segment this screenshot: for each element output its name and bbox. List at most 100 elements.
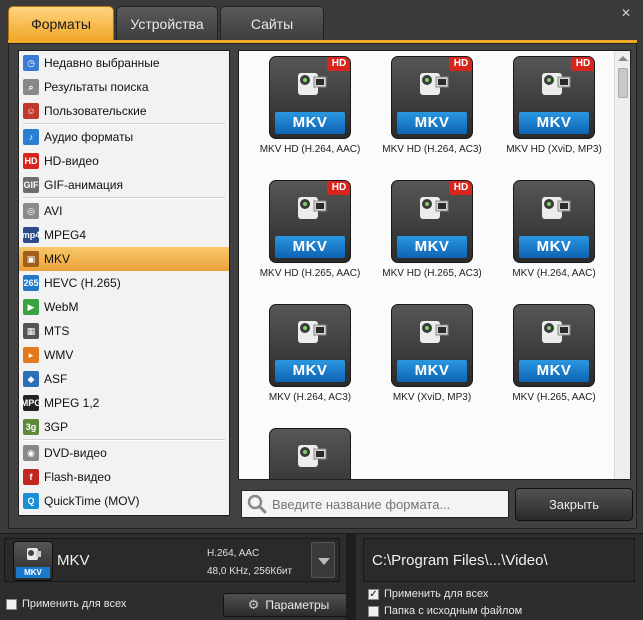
sidebar-item-recent[interactable]: ◷ Недавно выбранные: [19, 51, 229, 75]
tab-devices[interactable]: Устройства: [116, 6, 218, 40]
apply-all-folder-checkbox[interactable]: ✓ Применить для всех: [368, 588, 488, 600]
format-card[interactable]: MKV MKV (H.264, AC3): [249, 299, 359, 414]
mts-icon: ▦: [23, 323, 39, 339]
sidebar-item-hd[interactable]: HD HD-видео: [19, 149, 229, 173]
sidebar-item-film-reel[interactable]: ◎ AVI: [19, 199, 229, 223]
scroll-up-icon[interactable]: [618, 56, 628, 61]
format-card[interactable]: MKV HD MKV HD (H.265, AAC): [249, 175, 360, 290]
sidebar-item-music-note[interactable]: ♪ Аудио форматы: [19, 125, 229, 149]
mkv-format-icon: MKV HD: [513, 56, 595, 139]
sidebar-item-flash[interactable]: f Flash-видео: [19, 465, 229, 489]
format-card-label: MKV (H.265, AAC): [512, 392, 596, 403]
hd-badge-icon: HD: [449, 57, 472, 71]
scrollbar-thumb[interactable]: [618, 68, 628, 98]
sidebar-item-dvd[interactable]: ◉ DVD-видео: [19, 441, 229, 465]
format-dialog: Форматы Устройства Сайты ✕ ◷ Недавно выбр…: [0, 0, 643, 534]
output-path-field[interactable]: C:\Program Files\...\Video\: [363, 538, 635, 582]
format-card-label: MKV (XviD, MP3): [392, 392, 472, 403]
apply-all-format-checkbox[interactable]: Применить для всех: [6, 598, 126, 610]
tab-formats[interactable]: Форматы: [8, 6, 114, 40]
mkv-badge: MKV: [275, 112, 345, 134]
format-card[interactable]: [249, 423, 359, 479]
mkv-badge: MKV: [519, 236, 589, 258]
mkv-format-icon: MKV: [13, 541, 53, 581]
sidebar-item-label: MPEG 1,2: [44, 396, 100, 410]
sidebar-item-label: MKV: [44, 252, 71, 266]
panel-divider: [346, 534, 356, 620]
sidebar-item-label: WMV: [44, 348, 74, 362]
tab-sites[interactable]: Сайты: [220, 6, 324, 40]
mkv-format-icon: MKV: [391, 304, 473, 387]
mkv-format-icon: MKV HD: [269, 180, 351, 263]
sidebar-item-label: AVI: [44, 204, 63, 218]
format-dropdown-button[interactable]: [311, 542, 335, 578]
mkv-format-icon: MKV HD: [391, 180, 473, 263]
sidebar-item-mts[interactable]: ▦ MTS: [19, 319, 229, 343]
format-card[interactable]: MKV HD MKV HD (H.265, AC3): [371, 175, 482, 290]
film-reel-icon: ◎: [23, 203, 39, 219]
sidebar-item-mkv[interactable]: ▣ MKV: [19, 247, 229, 271]
checkbox-icon[interactable]: [368, 605, 379, 617]
mkv-badge: MKV: [275, 360, 345, 382]
close-icon[interactable]: ✕: [619, 6, 633, 20]
hd-badge-icon: HD: [571, 57, 594, 71]
sidebar-item-gif[interactable]: GIF GIF-анимация: [19, 173, 229, 197]
format-category-list: ◷ Недавно выбранные ⌕ Результаты поиска ☺ Пол…: [18, 50, 230, 516]
format-search-input[interactable]: [272, 496, 502, 512]
music-note-icon: ♪: [23, 129, 39, 145]
mkv-badge: MKV: [519, 360, 589, 382]
grid-scrollbar[interactable]: [614, 51, 630, 479]
sidebar-item-mp4[interactable]: mp4 MPEG4: [19, 223, 229, 247]
sidebar-item-label: DVD-видео: [44, 446, 107, 460]
format-card[interactable]: MKV HD MKV HD (H.264, AC3): [371, 51, 482, 166]
sidebar-item-hevc[interactable]: 265 HEVC (H.265): [19, 271, 229, 295]
camcorder-icon: [420, 197, 449, 219]
sidebar-item-user[interactable]: ☺ Пользовательские: [19, 99, 229, 123]
mkv-format-icon: MKV: [513, 304, 595, 387]
mkv-format-icon: MKV HD: [391, 56, 473, 139]
sidebar-item-label: GIF-анимация: [44, 178, 123, 192]
checkbox-icon[interactable]: [6, 598, 17, 610]
parameters-button[interactable]: ⚙ Параметры: [223, 593, 354, 617]
output-format-section: MKV MKV H.264, AAC 48,0 KHz, 256Кбит При…: [4, 534, 354, 620]
format-card[interactable]: MKV HD MKV HD (XviD, MP3): [493, 51, 603, 166]
search-icon: ⌕: [23, 79, 39, 95]
source-folder-checkbox[interactable]: Папка с исходным файлом: [368, 605, 522, 617]
hd-icon: HD: [23, 153, 39, 169]
format-card[interactable]: MKV HD MKV HD (H.264, AAC): [249, 51, 360, 166]
gear-icon: ⚙: [247, 597, 260, 612]
quicktime-icon: Q: [23, 493, 39, 509]
sidebar-item-label: MPEG4: [44, 228, 87, 242]
sidebar-item-label: Аудио форматы: [44, 130, 134, 144]
flash-icon: f: [23, 469, 39, 485]
recent-icon: ◷: [23, 55, 39, 71]
output-format-selector[interactable]: MKV MKV H.264, AAC 48,0 KHz, 256Кбит: [4, 538, 340, 582]
output-format-specs: H.264, AAC 48,0 KHz, 256Кбит: [207, 545, 292, 581]
close-button[interactable]: Закрыть: [515, 488, 633, 521]
sidebar-item-mpeg[interactable]: MPG MPEG 1,2: [19, 391, 229, 415]
sidebar-item-3gp[interactable]: 3g 3GP: [19, 415, 229, 439]
formats-panel: ◷ Недавно выбранные ⌕ Результаты поиска ☺ Пол…: [8, 43, 637, 529]
webm-icon: ▶: [23, 299, 39, 315]
camcorder-icon: [298, 197, 327, 219]
sidebar-item-quicktime[interactable]: Q QuickTime (MOV): [19, 489, 229, 513]
sidebar-item-asf[interactable]: ◆ ASF: [19, 367, 229, 391]
format-card[interactable]: MKV MKV (H.264, AAC): [493, 175, 603, 290]
dvd-icon: ◉: [23, 445, 39, 461]
format-card[interactable]: MKV MKV (H.265, AAC): [493, 299, 603, 414]
gif-icon: GIF: [23, 177, 39, 193]
sidebar-item-webm[interactable]: ▶ WebM: [19, 295, 229, 319]
checkbox-checked-icon[interactable]: ✓: [368, 588, 379, 600]
hd-badge-icon: HD: [327, 181, 350, 195]
chevron-down-icon: [318, 558, 330, 565]
sidebar-item-label: Пользовательские: [44, 104, 147, 118]
format-card[interactable]: MKV MKV (XviD, MP3): [371, 299, 481, 414]
mpeg-icon: MPG: [21, 395, 41, 411]
format-card-label: MKV (H.264, AC3): [268, 392, 352, 403]
mkv-badge: MKV: [397, 236, 467, 258]
camcorder-icon: [298, 321, 327, 343]
sidebar-item-search[interactable]: ⌕ Результаты поиска: [19, 75, 229, 99]
sidebar-item-wmv[interactable]: ▸ WMV: [19, 343, 229, 367]
camcorder-icon: [27, 548, 41, 560]
mkv-format-icon: MKV: [513, 180, 595, 263]
